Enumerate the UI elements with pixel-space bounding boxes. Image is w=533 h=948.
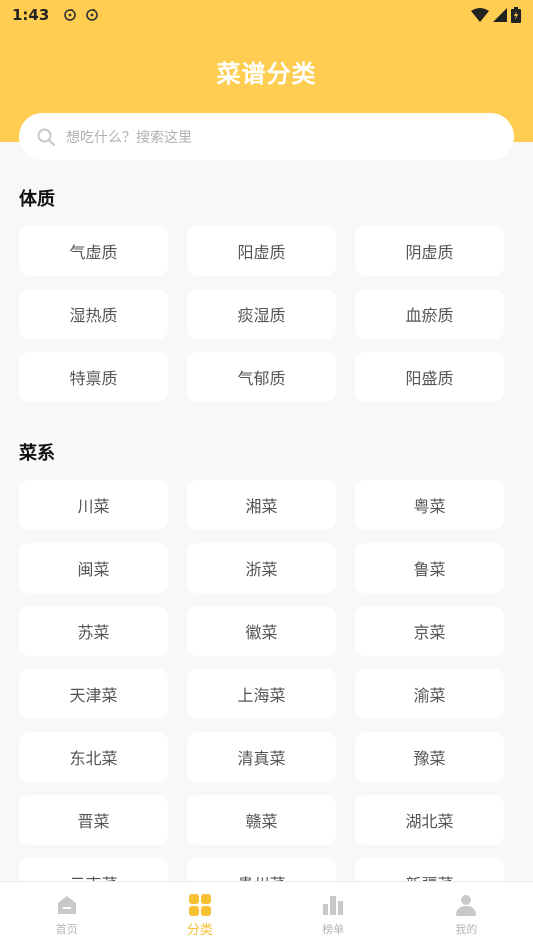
cuisine-chip[interactable]: 晋菜 bbox=[19, 795, 168, 845]
tab-profile[interactable]: 我的 bbox=[400, 882, 533, 948]
cuisine-chip[interactable]: 鲁菜 bbox=[355, 543, 504, 593]
constitution-chip[interactable]: 血瘀质 bbox=[355, 289, 504, 339]
tab-home[interactable]: 首页 bbox=[0, 882, 133, 948]
constitution-chip[interactable]: 阴虚质 bbox=[355, 226, 504, 276]
tab-label: 榜单 bbox=[322, 923, 345, 936]
cuisine-grid: 川菜 湘菜 粤菜 闽菜 浙菜 鲁菜 苏菜 徽菜 京菜 天津菜 上海菜 渝菜 东北… bbox=[19, 480, 505, 908]
status-time: 1:43 bbox=[12, 6, 50, 24]
signal-icon bbox=[493, 8, 507, 22]
constitution-chip[interactable]: 特禀质 bbox=[19, 352, 168, 402]
constitution-chip[interactable]: 痰湿质 bbox=[187, 289, 336, 339]
section-title-constitution: 体质 bbox=[19, 189, 55, 210]
cuisine-chip[interactable]: 湘菜 bbox=[187, 480, 336, 530]
cuisine-chip[interactable]: 清真菜 bbox=[187, 732, 336, 782]
cuisine-chip[interactable]: 闽菜 bbox=[19, 543, 168, 593]
cuisine-chip[interactable]: 川菜 bbox=[19, 480, 168, 530]
wifi-icon bbox=[471, 8, 489, 22]
constitution-chip[interactable]: 湿热质 bbox=[19, 289, 168, 339]
constitution-chip[interactable]: 气虚质 bbox=[19, 226, 168, 276]
cuisine-chip[interactable]: 浙菜 bbox=[187, 543, 336, 593]
constitution-chip[interactable]: 阳盛质 bbox=[355, 352, 504, 402]
search-icon bbox=[37, 128, 56, 146]
tab-label: 分类 bbox=[186, 923, 213, 938]
cuisine-chip[interactable]: 赣菜 bbox=[187, 795, 336, 845]
page-title: 菜谱分类 bbox=[216, 60, 317, 88]
cuisine-chip[interactable]: 苏菜 bbox=[19, 606, 168, 656]
home-icon bbox=[57, 896, 76, 914]
cuisine-chip[interactable]: 京菜 bbox=[355, 606, 504, 656]
cuisine-chip[interactable]: 上海菜 bbox=[187, 669, 336, 719]
cuisine-chip[interactable]: 东北菜 bbox=[19, 732, 168, 782]
section-title-cuisine: 菜系 bbox=[19, 443, 55, 464]
constitution-chip[interactable]: 阳虚质 bbox=[187, 226, 336, 276]
cuisine-chip[interactable]: 天津菜 bbox=[19, 669, 168, 719]
cuisine-chip[interactable]: 徽菜 bbox=[187, 606, 336, 656]
tab-category[interactable]: 分类 bbox=[133, 882, 266, 948]
constitution-chip[interactable]: 气郁质 bbox=[187, 352, 336, 402]
profile-icon bbox=[456, 895, 477, 916]
bottom-tab-bar: 首页 分类 榜单 我的 bbox=[0, 881, 533, 948]
tab-ranking[interactable]: 榜单 bbox=[267, 882, 400, 948]
sync-icon bbox=[86, 9, 99, 21]
search-input[interactable]: 想吃什么？搜索这里 bbox=[19, 113, 514, 160]
sync-icon bbox=[64, 9, 77, 21]
cuisine-chip[interactable]: 粤菜 bbox=[355, 480, 504, 530]
status-bar: 1:43 bbox=[0, 0, 533, 30]
constitution-grid: 气虚质 阳虚质 阴虚质 湿热质 痰湿质 血瘀质 特禀质 气郁质 阳盛质 bbox=[19, 226, 505, 402]
category-grid-icon bbox=[188, 894, 211, 916]
search-placeholder: 想吃什么？搜索这里 bbox=[66, 129, 192, 146]
ranking-icon bbox=[323, 896, 344, 915]
cuisine-chip[interactable]: 湖北菜 bbox=[355, 795, 504, 845]
battery-icon bbox=[511, 7, 521, 23]
cuisine-chip[interactable]: 渝菜 bbox=[355, 669, 504, 719]
tab-label: 首页 bbox=[55, 923, 78, 936]
cuisine-chip[interactable]: 豫菜 bbox=[355, 732, 504, 782]
tab-label: 我的 bbox=[455, 923, 478, 936]
